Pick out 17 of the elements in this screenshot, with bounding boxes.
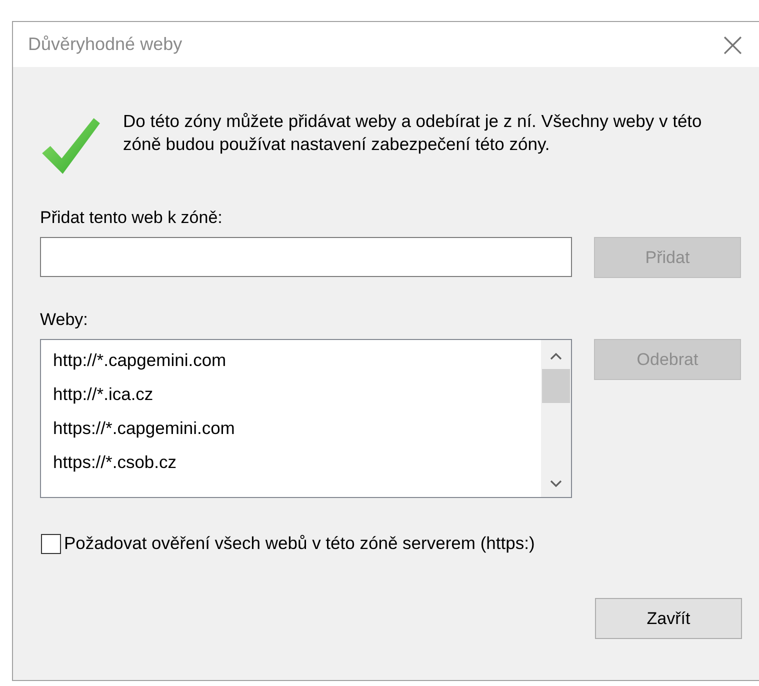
site-list-item[interactable]: https://*.csob.cz xyxy=(53,449,541,483)
scrollbar-thumb[interactable] xyxy=(542,369,570,403)
site-list-item[interactable]: http://*.ica.cz xyxy=(53,381,541,415)
info-text: Do této zóny můžete přidávat weby a odebírat je z ní. Všechny weby v této zóně budou používat nastavení zabezpečení této zóny. xyxy=(123,110,703,156)
site-list-item[interactable]: https://*.capgemini.com xyxy=(53,415,541,449)
field-label: Přidat tento web k zóně: xyxy=(40,208,224,229)
close-dialog-button[interactable]: Zavřít xyxy=(595,598,742,639)
window-title: Důvěryhodné weby xyxy=(28,34,182,55)
scroll-down-icon[interactable] xyxy=(550,480,562,488)
url-input-field[interactable] xyxy=(40,237,572,277)
scroll-up-icon[interactable] xyxy=(550,352,562,360)
checkbox-label: Požadovat ověření všech webů v této zóně serverem (https:) xyxy=(64,533,535,554)
scrollbar[interactable] xyxy=(541,340,571,497)
site-list-item[interactable]: http://*.capgemini.com xyxy=(53,347,541,381)
list-label: Weby: xyxy=(40,310,89,331)
checkbox[interactable] xyxy=(41,534,61,554)
close-button[interactable]: × xyxy=(706,28,759,62)
